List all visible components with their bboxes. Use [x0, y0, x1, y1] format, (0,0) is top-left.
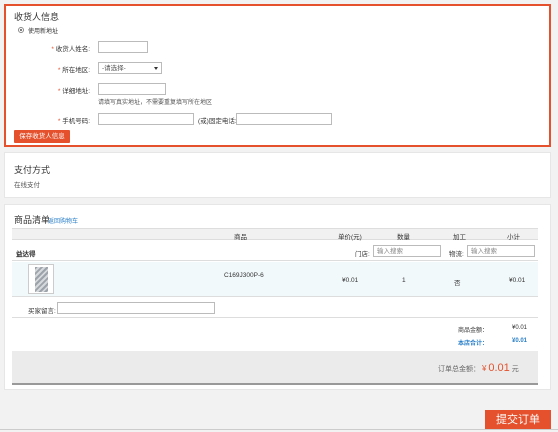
save-consignee-button[interactable]: 保存收货人信息 — [14, 130, 70, 143]
col-product: 商品 — [234, 234, 247, 241]
bottom-divider — [0, 429, 558, 430]
order-title: 商品清单 — [14, 215, 51, 225]
back-to-cart-link[interactable]: 返回购物车 — [48, 216, 78, 225]
payment-panel: 支付方式 在线支付 — [4, 152, 551, 198]
consignee-title: 收货人信息 — [14, 12, 60, 22]
store-search-input[interactable]: 输入搜索 — [373, 245, 441, 257]
buyer-message-input[interactable] — [57, 302, 215, 314]
use-new-address-radio[interactable] — [18, 27, 24, 33]
tel-label: (或)固定电话: — [198, 118, 237, 125]
col-processing: 加工 — [453, 234, 466, 241]
required-mark: * — [57, 88, 61, 95]
detail-hint: 请填写真实地址，不需要重复填写所在地区 — [98, 100, 213, 106]
detail-label-text: 详细地址: — [62, 88, 90, 95]
store-label: 门店: — [355, 251, 370, 258]
product-thumbnail[interactable] — [28, 264, 54, 294]
payment-method: 在线支付 — [14, 182, 40, 189]
region-label: * 所在地区: — [10, 64, 90, 74]
shop-total-label: 本店合计： — [458, 341, 489, 347]
order-totals: 商品金额： ¥0.01 本店合计： ¥0.01 — [12, 320, 538, 350]
currency-symbol: ¥ — [481, 364, 487, 373]
logistics-label: 物流: — [449, 251, 464, 258]
required-mark: * — [51, 46, 54, 53]
phone-label-text: 手机号码: — [62, 118, 90, 125]
col-quantity: 数量 — [397, 234, 410, 241]
product-image — [35, 267, 48, 292]
phone-label: * 手机号码: — [10, 115, 90, 125]
name-label: * 收货人姓名: — [10, 43, 90, 53]
goods-amount-value: ¥0.01 — [512, 325, 528, 331]
name-input[interactable] — [98, 41, 148, 53]
grand-total: 订单总金额： ¥ 0.01 元 — [438, 362, 519, 374]
tel-input[interactable] — [236, 113, 332, 125]
detail-label: * 详细地址: — [10, 85, 90, 95]
shop-row: 益达得 门店: 输入搜索 物流: 输入搜索 — [12, 243, 538, 261]
item-quantity: 1 — [402, 277, 406, 284]
grand-total-value: 0.01 — [488, 362, 510, 374]
detail-address-input[interactable] — [98, 83, 166, 95]
grand-total-unit: 元 — [511, 366, 519, 373]
goods-amount-label: 商品金额： — [458, 328, 489, 334]
required-mark: * — [57, 118, 61, 125]
grand-total-label: 订单总金额： — [438, 366, 480, 373]
submit-order-button[interactable]: 提交订单 — [485, 410, 551, 430]
table-header: 商品 单价(元) 数量 加工 小计 — [12, 228, 538, 241]
item-subtotal: ¥0.01 — [509, 277, 526, 284]
grand-total-bar: 订单总金额： ¥ 0.01 元 — [12, 351, 538, 385]
consignee-panel: 收货人信息 使用新地址 * 收货人姓名: * 所在地区: -请选择- * 详细地… — [4, 4, 551, 147]
region-select[interactable]: -请选择- — [98, 62, 162, 74]
chevron-down-icon — [154, 67, 158, 70]
required-mark: * — [57, 67, 61, 74]
shop-total-value: ¥0.01 — [512, 338, 528, 344]
payment-title: 支付方式 — [14, 165, 51, 175]
table-row: C169J300P-6 ¥0.01 1 否 ¥0.01 — [12, 262, 538, 297]
buyer-message-row: 买家留言: — [12, 298, 538, 318]
region-select-value: -请选择- — [102, 65, 126, 72]
shop-name: 益达得 — [16, 251, 36, 258]
item-unit-price: ¥0.01 — [342, 277, 359, 284]
buyer-message-label: 买家留言: — [28, 308, 56, 315]
region-label-text: 所在地区: — [62, 67, 90, 74]
col-subtotal: 小计 — [507, 234, 520, 241]
logistics-search-input[interactable]: 输入搜索 — [467, 245, 535, 257]
use-new-address-label: 使用新地址 — [28, 29, 59, 35]
phone-input[interactable] — [98, 113, 194, 125]
name-label-text: 收货人姓名: — [55, 46, 90, 53]
col-unit-price: 单价(元) — [338, 234, 362, 241]
product-code[interactable]: C169J300P-6 — [224, 272, 264, 279]
item-processing: 否 — [454, 280, 461, 287]
